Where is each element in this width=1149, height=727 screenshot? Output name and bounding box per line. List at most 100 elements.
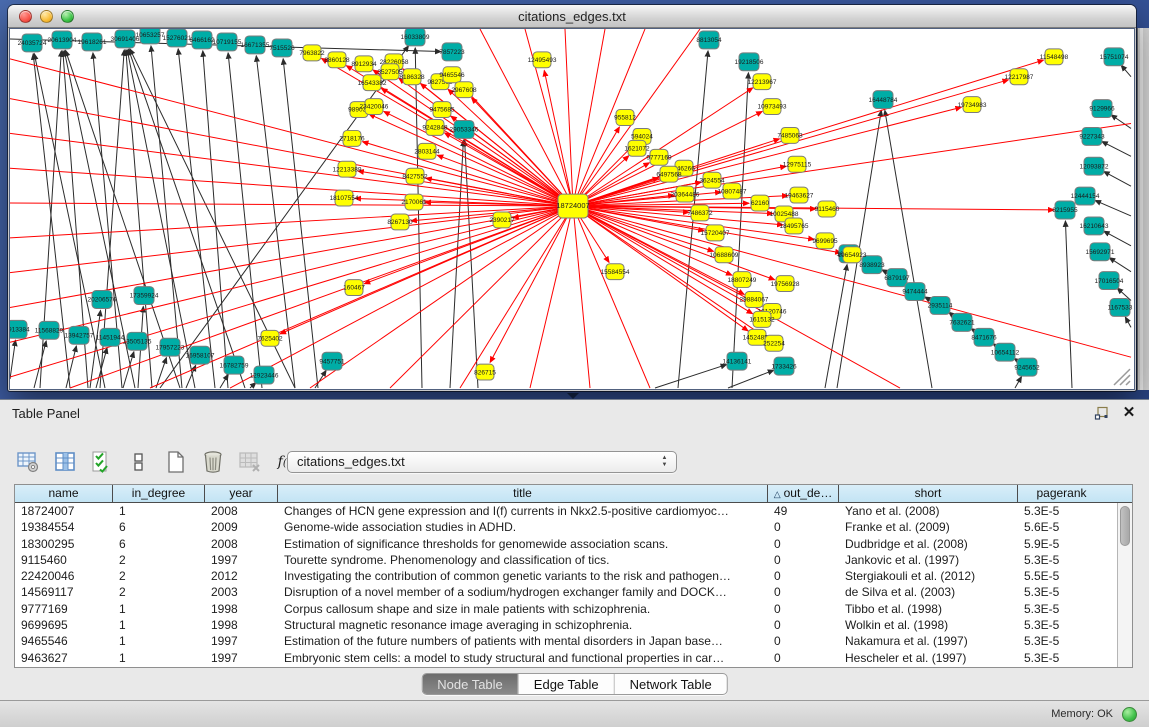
network-node[interactable]: 3913384 <box>10 320 30 338</box>
zoom-window-button[interactable] <box>61 10 74 23</box>
network-node[interactable]: 29053346 <box>450 120 479 138</box>
edge[interactable] <box>203 51 228 388</box>
edge[interactable] <box>728 370 774 388</box>
network-node[interactable]: 9457751 <box>319 352 345 370</box>
table-row[interactable]: 946362711997Embryonic stem cells: a mode… <box>15 650 1117 666</box>
selected-edge[interactable] <box>490 206 573 362</box>
selected-node[interactable]: 8860128 <box>324 52 350 68</box>
network-node[interactable]: 8471676 <box>971 328 997 346</box>
network-node[interactable]: 19618261 <box>78 33 107 51</box>
selected-node[interactable]: 6497568 <box>656 166 682 182</box>
table-mode-button[interactable] <box>14 448 42 476</box>
table-row[interactable]: 1872400712008Changes of HCN gene express… <box>15 503 1117 519</box>
network-node[interactable]: 17359924 <box>130 287 159 305</box>
selected-node[interactable]: 8186328 <box>399 69 425 85</box>
selected-node[interactable]: 19734983 <box>958 97 987 113</box>
selected-node[interactable]: 12975115 <box>783 156 812 172</box>
selected-node[interactable]: 19756928 <box>771 276 800 292</box>
tab-edge-table[interactable]: Edge Table <box>519 674 615 694</box>
selected-edge[interactable] <box>10 59 573 206</box>
selected-node[interactable]: 18107554 <box>330 190 359 206</box>
network-node[interactable]: 10719155 <box>213 33 242 51</box>
selected-node[interactable]: 8912934 <box>351 56 377 72</box>
network-node[interactable]: 9245652 <box>1014 358 1040 376</box>
table-row[interactable]: 969969511998Structural magnetic resonanc… <box>15 617 1117 633</box>
column-header-out_de[interactable]: △out_de… <box>768 485 839 502</box>
network-node[interactable]: 20613904 <box>48 31 77 49</box>
selected-edge[interactable] <box>310 206 573 388</box>
delete-columns-button[interactable] <box>199 448 227 476</box>
edge[interactable] <box>1109 258 1131 272</box>
edge[interactable] <box>655 365 727 388</box>
delete-table-button[interactable] <box>236 448 264 476</box>
network-node[interactable]: 14136141 <box>723 352 752 370</box>
edge[interactable] <box>450 140 463 388</box>
column-header-short[interactable]: short <box>839 485 1018 502</box>
table-row[interactable]: 977716911998Corpus callosum shape and si… <box>15 601 1117 617</box>
network-node[interactable]: 13942757 <box>65 326 94 344</box>
table-row[interactable]: 946554611997Estimation of the future num… <box>15 633 1117 649</box>
close-panel-button[interactable]: ✕ <box>1121 405 1137 421</box>
memory-status-led[interactable] <box>1122 707 1137 722</box>
selected-node[interactable]: 12213389 <box>333 161 362 177</box>
network-node[interactable]: 12093872 <box>1080 157 1109 175</box>
network-node[interactable]: 7632621 <box>949 313 975 331</box>
selected-node[interactable]: 62160 <box>751 195 769 211</box>
minimize-window-button[interactable] <box>40 10 53 23</box>
network-node[interactable]: 6466162 <box>189 31 215 49</box>
network-node[interactable]: 11568829 <box>35 321 64 339</box>
edge[interactable] <box>1121 65 1131 77</box>
selected-node[interactable]: 9465546 <box>439 67 465 83</box>
selected-node[interactable]: 2803144 <box>414 143 440 159</box>
table-row[interactable]: 1456911722003Disruption of a novel membe… <box>15 584 1117 600</box>
selected-node[interactable]: 2170061 <box>401 194 427 210</box>
column-header-title[interactable]: title <box>278 485 768 502</box>
selected-node[interactable]: 19463627 <box>785 187 814 203</box>
selected-node[interactable]: 11548498 <box>1040 49 1069 65</box>
edge[interactable] <box>1104 171 1131 186</box>
hub-node[interactable]: 18724007 <box>556 194 589 218</box>
selected-node[interactable]: 7625402 <box>257 330 283 346</box>
network-node[interactable]: 17016504 <box>1095 272 1124 290</box>
selected-edge[interactable] <box>460 206 573 388</box>
select-columns-button[interactable] <box>88 448 116 476</box>
selected-node[interactable]: 9699695 <box>812 233 838 249</box>
network-node[interactable]: 8215955 <box>1052 201 1078 219</box>
network-node[interactable]: 7515526 <box>269 39 295 57</box>
selected-node[interactable]: 160467 <box>343 280 365 296</box>
network-node[interactable]: 12444154 <box>1071 187 1100 205</box>
close-window-button[interactable] <box>19 10 32 23</box>
table-row[interactable]: 2242004622012Investigating the contribut… <box>15 568 1117 584</box>
table-select-combobox[interactable]: citations_edges.txt ▲▼ <box>287 451 677 473</box>
network-node[interactable]: 16210643 <box>1080 217 1109 235</box>
network-node[interactable]: 16782759 <box>220 356 249 374</box>
selected-node[interactable]: 7486372 <box>687 205 713 221</box>
column-header-in_degree[interactable]: in_degree <box>113 485 205 502</box>
selected-node[interactable]: 9777169 <box>646 149 672 165</box>
create-column-button[interactable] <box>162 448 190 476</box>
float-panel-button[interactable] <box>1093 405 1109 421</box>
selected-node[interactable]: 9475685 <box>429 102 455 118</box>
network-node[interactable]: 17957223 <box>156 338 185 356</box>
selected-node[interactable]: 12213967 <box>748 74 777 90</box>
selected-node[interactable]: 10688609 <box>710 247 739 263</box>
resize-grip[interactable] <box>1114 369 1130 385</box>
table-row[interactable]: 1830029562008Estimation of significance … <box>15 536 1117 552</box>
edge[interactable] <box>1095 200 1131 216</box>
table-scrollbar[interactable] <box>1117 503 1132 667</box>
network-node[interactable]: 1733426 <box>771 357 797 375</box>
edge[interactable] <box>283 59 318 388</box>
network-node[interactable]: 16448784 <box>869 91 898 109</box>
selected-node[interactable]: 15584554 <box>601 264 630 280</box>
network-node[interactable]: 15751074 <box>1100 48 1129 66</box>
table-row[interactable]: 1938455462009Genome-wide association stu… <box>15 519 1117 535</box>
selected-node[interactable]: 2967608 <box>451 82 477 98</box>
edge[interactable] <box>885 110 932 388</box>
selected-node[interactable]: 955812 <box>614 110 636 126</box>
selected-node[interactable]: 2718176 <box>339 130 365 146</box>
edge[interactable] <box>10 340 15 379</box>
selected-node[interactable]: 9115460 <box>815 201 840 217</box>
table-row[interactable]: 911546021997Tourette syndrome. Phenomeno… <box>15 552 1117 568</box>
tab-network-table[interactable]: Network Table <box>615 674 727 694</box>
network-node[interactable]: 19218506 <box>735 53 764 71</box>
